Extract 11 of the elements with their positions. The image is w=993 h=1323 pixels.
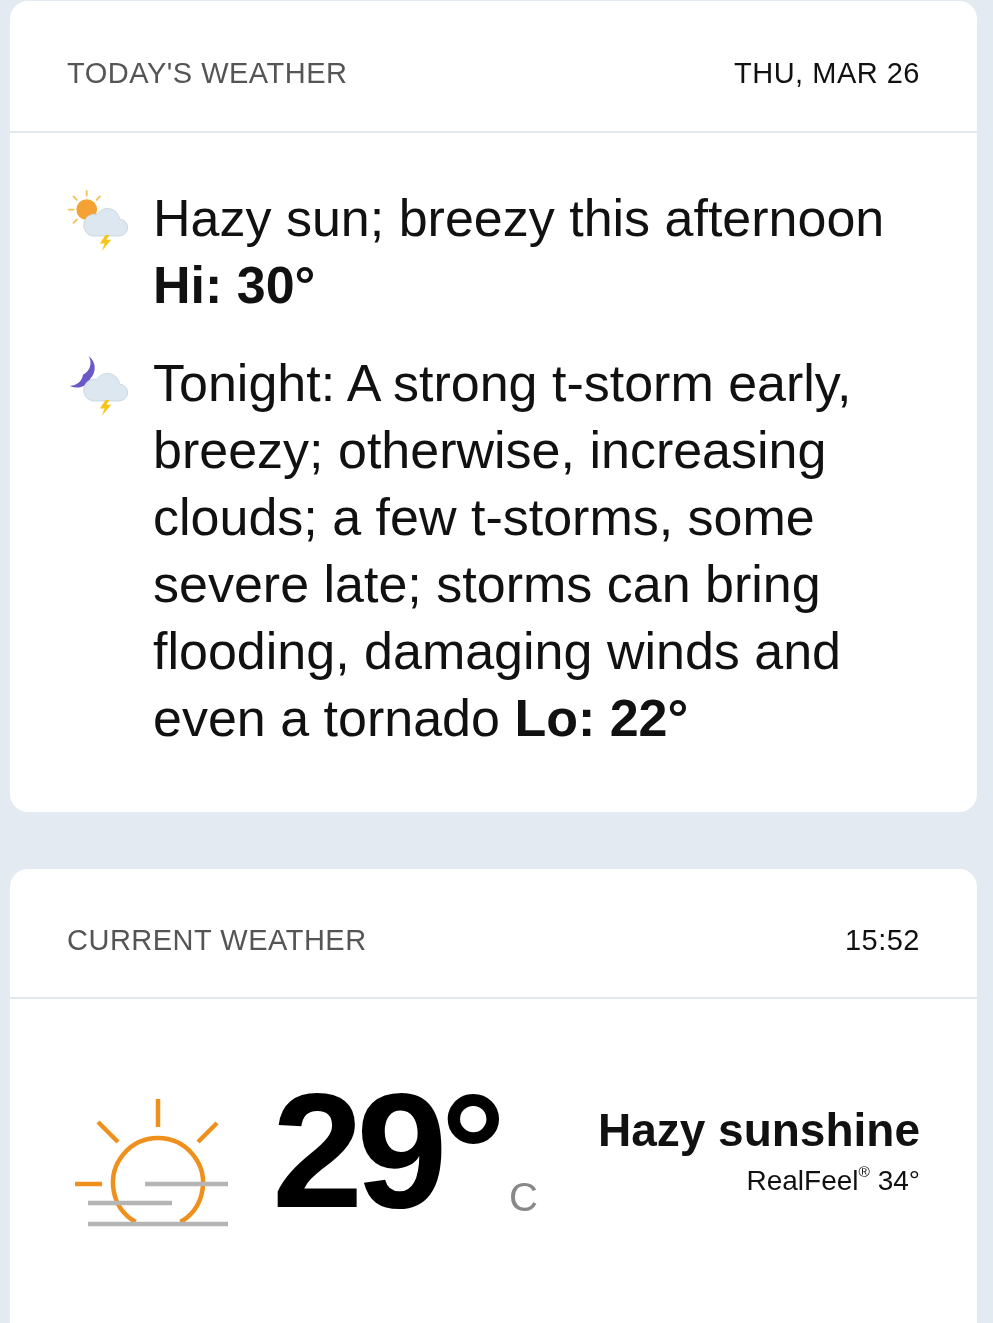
section-title: TODAY'S WEATHER — [67, 56, 348, 92]
section-title: CURRENT WEATHER — [67, 923, 367, 959]
realfeel-text: RealFeel$^{®}$ 34° — [746, 1163, 920, 1198]
temperature-value: 29° — [272, 1069, 499, 1233]
forecast-text: Hazy sun; breezy this afternoon Hi: 30° — [153, 188, 886, 316]
sun-cloud-lightning-icon — [65, 189, 131, 251]
temperature-unit: C — [509, 1177, 538, 1217]
condition-text: Hazy sunshine — [597, 1104, 920, 1156]
observation-time: 15:52 — [844, 923, 920, 959]
section-date: THU, MAR 26 — [734, 56, 920, 92]
forecast-text: Tonight: A strong t-storm early, breezy; otherwise, increasing clouds; a few t-storms, some severe late; storms can bring flooding, damaging winds and even a tornado Lo: 22° — [153, 353, 853, 749]
